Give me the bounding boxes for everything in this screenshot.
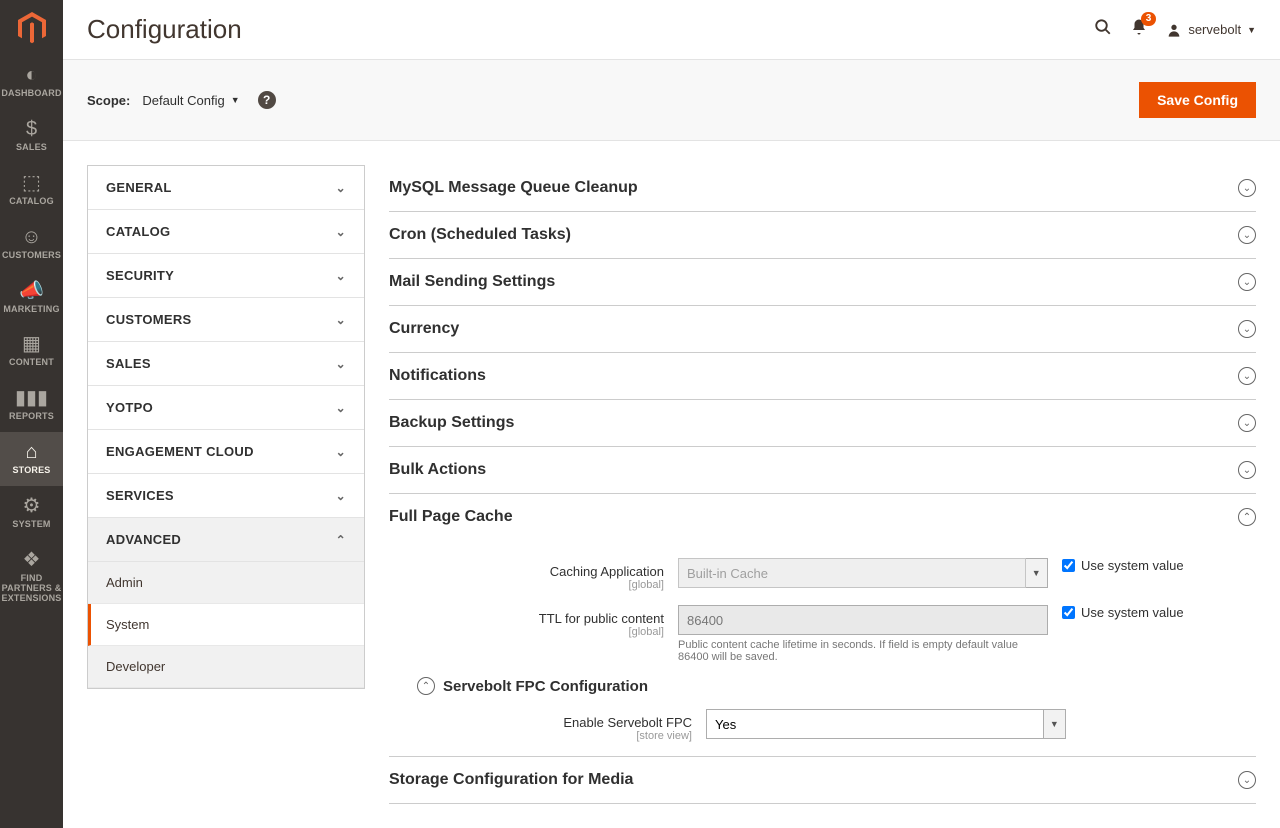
sidebar-item-reports[interactable]: ▮▮▮REPORTS — [0, 378, 63, 432]
ttl-label: TTL for public content [global] — [389, 605, 664, 638]
chevron-down-icon: ⌄ — [336, 357, 346, 371]
config-nav-engagement[interactable]: ENGAGEMENT CLOUD⌄ — [88, 430, 364, 474]
servebolt-fpc-subsection[interactable]: ⌃ Servebolt FPC Configuration — [417, 677, 1256, 695]
chevron-up-icon: ⌃ — [336, 533, 346, 547]
section-storage-media[interactable]: Storage Configuration for Media⌄ — [389, 756, 1256, 804]
config-nav-customers[interactable]: CUSTOMERS⌄ — [88, 298, 364, 342]
config-nav-catalog[interactable]: CATALOG⌄ — [88, 210, 364, 254]
chevron-down-icon: ⌄ — [336, 401, 346, 415]
scope-select[interactable]: Default Config ▼ — [142, 93, 239, 108]
collapse-icon: ⌃ — [417, 677, 435, 695]
chevron-down-icon: ⌄ — [336, 489, 346, 503]
expand-icon: ⌄ — [1238, 226, 1256, 244]
notifications-icon[interactable]: 3 — [1130, 18, 1148, 41]
config-nav-system[interactable]: System — [88, 604, 364, 646]
expand-icon: ⌄ — [1238, 461, 1256, 479]
caching-app-select: Built-in Cache — [678, 558, 1026, 588]
collapse-icon: ⌃ — [1238, 508, 1256, 526]
config-nav: GENERAL⌄ CATALOG⌄ SECURITY⌄ CUSTOMERS⌄ S… — [87, 165, 365, 689]
magento-logo[interactable] — [0, 0, 63, 55]
chevron-down-icon: ⌄ — [336, 313, 346, 327]
expand-icon: ⌄ — [1238, 367, 1256, 385]
scope-bar: Scope: Default Config ▼ ? Save Config — [63, 59, 1280, 141]
config-nav-admin[interactable]: Admin — [88, 562, 364, 604]
search-icon[interactable] — [1094, 18, 1112, 41]
expand-icon: ⌄ — [1238, 320, 1256, 338]
scope-label: Scope: — [87, 93, 130, 108]
sidebar-item-system[interactable]: ⚙SYSTEM — [0, 486, 63, 540]
section-mail[interactable]: Mail Sending Settings⌄ — [389, 259, 1256, 306]
section-fpc-body: Caching Application [global] Built-in Ca… — [389, 540, 1256, 742]
user-icon — [1166, 22, 1182, 38]
section-bulk[interactable]: Bulk Actions⌄ — [389, 447, 1256, 494]
sidebar-item-content[interactable]: ▦CONTENT — [0, 324, 63, 378]
admin-sidebar: ◐DASHBOARD $SALES ⬚CATALOG ☺CUSTOMERS 📣M… — [0, 0, 63, 828]
use-system-checkbox[interactable] — [1062, 606, 1075, 619]
chevron-down-icon: ▼ — [231, 95, 240, 105]
puzzle-icon: ❖ — [23, 550, 41, 570]
caching-app-label: Caching Application [global] — [389, 558, 664, 591]
section-notifications[interactable]: Notifications⌄ — [389, 353, 1256, 400]
config-nav-advanced[interactable]: ADVANCED⌃ — [88, 518, 364, 562]
ttl-note: Public content cache lifetime in seconds… — [678, 639, 1048, 663]
megaphone-icon: 📣 — [19, 281, 44, 301]
ttl-input — [678, 605, 1048, 635]
section-mysql-mq[interactable]: MySQL Message Queue Cleanup⌄ — [389, 165, 1256, 212]
gear-icon: ⚙ — [23, 496, 41, 516]
sidebar-item-customers[interactable]: ☺CUSTOMERS — [0, 217, 63, 271]
section-cron[interactable]: Cron (Scheduled Tasks)⌄ — [389, 212, 1256, 259]
person-icon: ☺ — [21, 227, 41, 247]
sidebar-item-marketing[interactable]: 📣MARKETING — [0, 271, 63, 325]
page-header: Configuration 3 servebolt ▼ — [63, 0, 1280, 59]
sidebar-item-dashboard[interactable]: ◐DASHBOARD — [0, 55, 63, 109]
notifications-badge: 3 — [1141, 12, 1157, 26]
expand-icon: ⌄ — [1238, 273, 1256, 291]
config-nav-yotpo[interactable]: YOTPO⌄ — [88, 386, 364, 430]
dollar-icon: $ — [26, 119, 37, 139]
chevron-down-icon: ▼ — [1026, 558, 1048, 588]
box-icon: ⬚ — [22, 173, 41, 193]
chevron-down-icon: ⌄ — [336, 269, 346, 283]
chevron-down-icon: ⌄ — [336, 181, 346, 195]
layout-icon: ▦ — [22, 334, 41, 354]
use-system-checkbox[interactable] — [1062, 559, 1075, 572]
chevron-down-icon[interactable]: ▼ — [1044, 709, 1066, 739]
ttl-use-system[interactable]: Use system value — [1062, 605, 1212, 620]
sidebar-item-stores[interactable]: ⌂STORES — [0, 432, 63, 486]
section-backup[interactable]: Backup Settings⌄ — [389, 400, 1256, 447]
enable-servebolt-select[interactable]: Yes — [706, 709, 1044, 739]
config-nav-security[interactable]: SECURITY⌄ — [88, 254, 364, 298]
help-icon[interactable]: ? — [258, 91, 276, 109]
username: servebolt — [1188, 22, 1241, 37]
enable-servebolt-label: Enable Servebolt FPC [store view] — [389, 709, 692, 742]
save-config-button[interactable]: Save Config — [1139, 82, 1256, 118]
page-title: Configuration — [87, 14, 1094, 45]
config-nav-developer[interactable]: Developer — [88, 646, 364, 688]
store-icon: ⌂ — [25, 442, 37, 462]
caching-app-use-system[interactable]: Use system value — [1062, 558, 1212, 573]
section-fpc[interactable]: Full Page Cache⌃ — [389, 494, 1256, 540]
gauge-icon: ◐ — [25, 65, 37, 85]
section-currency[interactable]: Currency⌄ — [389, 306, 1256, 353]
config-nav-general[interactable]: GENERAL⌄ — [88, 166, 364, 210]
config-nav-services[interactable]: SERVICES⌄ — [88, 474, 364, 518]
expand-icon: ⌄ — [1238, 771, 1256, 789]
chevron-down-icon: ⌄ — [336, 445, 346, 459]
user-menu[interactable]: servebolt ▼ — [1166, 22, 1256, 38]
expand-icon: ⌄ — [1238, 414, 1256, 432]
chevron-down-icon: ▼ — [1247, 25, 1256, 35]
sidebar-item-catalog[interactable]: ⬚CATALOG — [0, 163, 63, 217]
bar-chart-icon: ▮▮▮ — [15, 388, 48, 408]
expand-icon: ⌄ — [1238, 179, 1256, 197]
config-nav-sales[interactable]: SALES⌄ — [88, 342, 364, 386]
sidebar-item-sales[interactable]: $SALES — [0, 109, 63, 163]
sidebar-item-partners[interactable]: ❖FIND PARTNERS & EXTENSIONS — [0, 540, 63, 614]
config-panel: MySQL Message Queue Cleanup⌄ Cron (Sched… — [389, 165, 1256, 804]
chevron-down-icon: ⌄ — [336, 225, 346, 239]
